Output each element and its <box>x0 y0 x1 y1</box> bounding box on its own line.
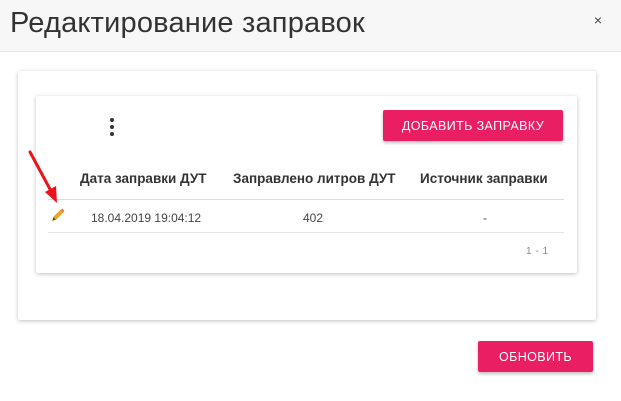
kebab-dot <box>110 125 114 129</box>
pagination-range: 1 - 1 <box>526 246 549 257</box>
kebab-dot <box>110 118 114 122</box>
column-header-date[interactable]: Дата заправки ДУТ <box>80 171 206 186</box>
dialog-header: Редактирование заправок × <box>0 0 621 52</box>
column-header-source[interactable]: Источник заправки <box>420 171 548 186</box>
pencil-icon[interactable] <box>50 207 66 223</box>
header-divider <box>48 199 564 200</box>
add-refuel-button[interactable]: ДОБАВИТЬ ЗАПРАВКУ <box>383 110 563 141</box>
refresh-button[interactable]: ОБНОВИТЬ <box>478 341 593 372</box>
column-header-liters[interactable]: Заправлено литров ДУТ <box>233 171 396 186</box>
cell-source: - <box>483 211 487 225</box>
more-vert-icon[interactable] <box>106 116 118 138</box>
kebab-dot <box>110 132 114 136</box>
close-icon[interactable]: × <box>591 12 605 28</box>
cell-liters: 402 <box>303 211 324 225</box>
cell-date: 18.04.2019 19:04:12 <box>91 211 202 225</box>
row-divider <box>48 232 564 233</box>
dialog-title: Редактирование заправок <box>10 7 365 39</box>
